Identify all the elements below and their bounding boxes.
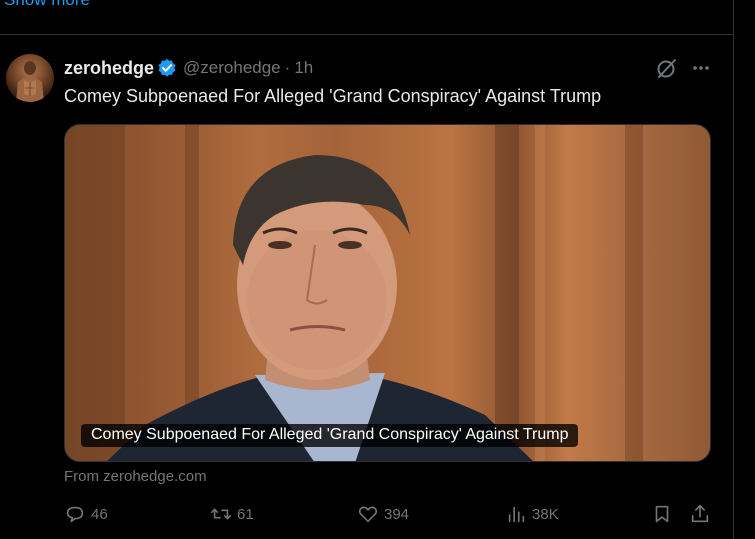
repost-icon <box>210 503 232 525</box>
show-more-link[interactable]: Show more <box>4 0 90 10</box>
like-button[interactable]: 394 <box>357 503 409 525</box>
avatar[interactable] <box>6 54 54 102</box>
bookmark-button[interactable] <box>651 503 673 525</box>
repost-count: 61 <box>237 505 254 523</box>
share-button[interactable] <box>689 503 711 525</box>
views-count: 38K <box>532 505 559 523</box>
action-bar: 46 61 394 38K <box>64 503 714 529</box>
repost-button[interactable]: 61 <box>210 503 254 525</box>
timeline-frame: Show more zerohedge @zerohedge · 1h <box>0 0 755 539</box>
column-border <box>733 0 734 539</box>
views-button[interactable]: 38K <box>505 503 559 525</box>
heart-icon <box>357 503 379 525</box>
card-source[interactable]: From zerohedge.com <box>64 468 207 485</box>
like-count: 394 <box>384 505 410 523</box>
bookmark-icon <box>651 503 673 525</box>
display-name[interactable]: zerohedge <box>64 58 154 79</box>
timestamp[interactable]: 1h <box>294 58 313 78</box>
reply-count: 46 <box>91 505 108 523</box>
tweet-header: zerohedge @zerohedge · 1h <box>64 57 313 79</box>
more-icon[interactable] <box>690 57 712 79</box>
grok-icon[interactable] <box>655 56 679 80</box>
handle[interactable]: @zerohedge <box>183 58 281 78</box>
verified-badge-icon <box>157 58 177 78</box>
reply-button[interactable]: 46 <box>64 503 108 525</box>
card-caption: Comey Subpoenaed For Alleged 'Grand Cons… <box>81 424 579 447</box>
tweet-divider <box>0 34 733 35</box>
separator-dot: · <box>284 58 291 77</box>
reply-icon <box>64 503 86 525</box>
views-icon <box>505 503 527 525</box>
share-icon <box>689 503 711 525</box>
link-card-image[interactable]: Comey Subpoenaed For Alleged 'Grand Cons… <box>64 124 711 462</box>
tweet-text: Comey Subpoenaed For Alleged 'Grand Cons… <box>64 86 602 106</box>
